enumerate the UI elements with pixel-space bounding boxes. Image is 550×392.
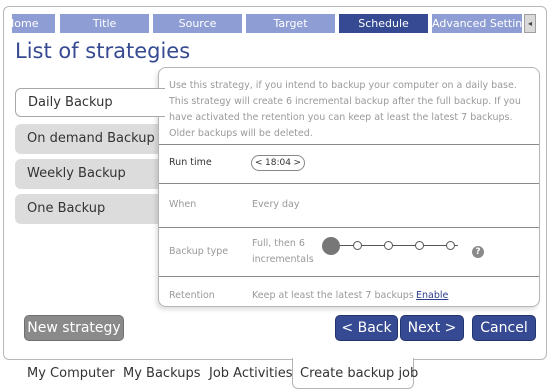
strategy-details-panel: Use this strategy, if you intend to back… [158, 67, 540, 307]
strategy-description: Use this strategy, if you intend to back… [169, 80, 521, 139]
page-title: List of strategies [15, 39, 191, 63]
tab-home[interactable]: Home [12, 14, 55, 33]
wizard-tab-bar: Home Title Source Target Schedule Advanc… [12, 14, 538, 33]
strategy-one-backup[interactable]: One Backup [15, 194, 175, 224]
strategy-on-demand-backup[interactable]: On demand Backup [15, 124, 175, 154]
backup-type-label: Backup type [169, 246, 229, 257]
slider-step[interactable] [353, 241, 362, 250]
divider [159, 276, 539, 277]
tab-title[interactable]: Title [60, 14, 149, 33]
enable-retention-link[interactable]: Enable [416, 290, 448, 301]
bottom-tab-my-backups[interactable]: My Backups [123, 366, 200, 381]
back-button[interactable]: < Back [335, 315, 398, 341]
divider [159, 227, 539, 228]
slider-track [330, 245, 458, 246]
help-icon[interactable]: ? [472, 246, 484, 258]
spinner-prev-icon[interactable]: < [255, 156, 263, 170]
new-strategy-button[interactable]: New strategy [24, 315, 124, 341]
run-time-label: Run time [169, 157, 212, 168]
when-label: When [169, 199, 197, 210]
retention-value: Keep at least the latest 7 backups [252, 290, 414, 301]
slider-step[interactable] [446, 241, 455, 250]
tab-target[interactable]: Target [246, 14, 335, 33]
bottom-tab-my-computer[interactable]: My Computer [27, 366, 115, 381]
spinner-next-icon[interactable]: > [293, 156, 301, 170]
tab-source[interactable]: Source [153, 14, 242, 33]
tab-schedule[interactable]: Schedule [339, 14, 428, 33]
tab-advanced-settings[interactable]: Advanced Settings [432, 14, 522, 33]
run-time-spinner[interactable]: < 18:04 > [251, 155, 305, 171]
strategy-daily-backup[interactable]: Daily Backup [15, 88, 165, 117]
tab-scroll-left-icon[interactable]: ◂ [524, 14, 536, 33]
run-time-value[interactable]: 18:04 [265, 156, 291, 170]
strategy-weekly-backup[interactable]: Weekly Backup [15, 159, 175, 189]
slider-step[interactable] [384, 241, 393, 250]
retention-label: Retention [169, 290, 215, 301]
backup-type-value-line2: incrementals [252, 254, 314, 265]
bottom-tab-job-activities[interactable]: Job Activities [209, 366, 292, 381]
backup-type-value-line1: Full, then 6 [252, 238, 305, 249]
backup-type-slider[interactable] [322, 236, 462, 256]
cancel-button[interactable]: Cancel [472, 315, 536, 341]
divider [159, 183, 539, 184]
when-value: Every day [252, 199, 300, 210]
next-button[interactable]: Next > [400, 315, 464, 341]
slider-handle[interactable] [322, 237, 340, 255]
divider [159, 144, 539, 145]
bottom-tab-create-backup-job[interactable]: Create backup job [300, 366, 418, 381]
slider-step[interactable] [415, 241, 424, 250]
